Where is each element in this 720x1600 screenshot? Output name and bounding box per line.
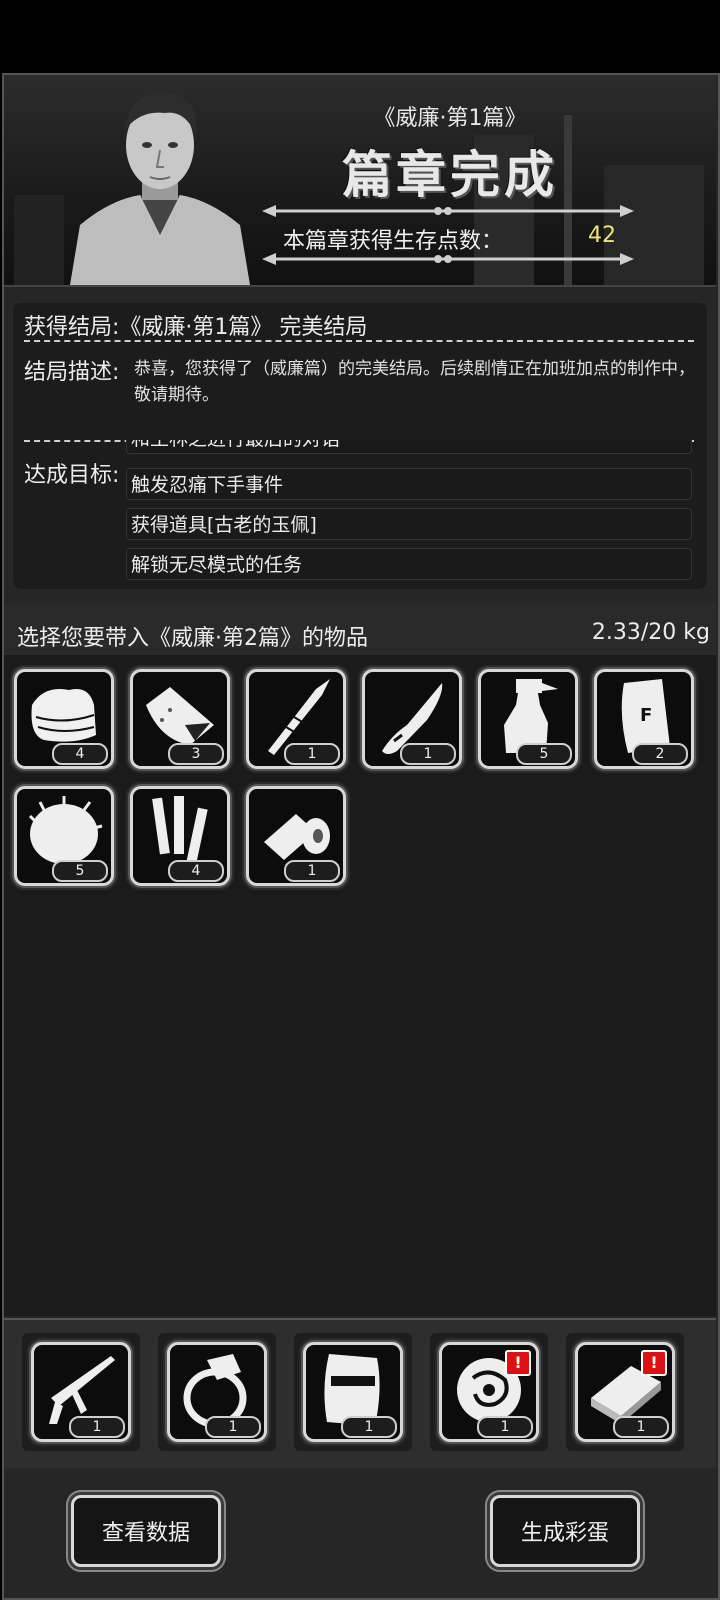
divider-ornament bbox=[262, 205, 634, 217]
inventory-slot[interactable]: 1 bbox=[242, 782, 350, 890]
character-portrait bbox=[70, 92, 250, 285]
equipment-slot[interactable]: ! 1 bbox=[435, 1338, 543, 1446]
ending-result: 获得结局:《威廉·第1篇》 完美结局 bbox=[24, 309, 367, 341]
inventory-slot[interactable]: F 2 bbox=[590, 665, 698, 773]
item-count: 4 bbox=[52, 743, 108, 765]
equipment-slot[interactable]: 1 bbox=[27, 1338, 135, 1446]
dashed-divider bbox=[24, 340, 694, 342]
item-count: 1 bbox=[205, 1416, 261, 1438]
alert-badge: ! bbox=[505, 1350, 531, 1376]
chapter-complete-title: 篇章完成 bbox=[342, 146, 558, 204]
view-data-button[interactable]: 查看数据 bbox=[71, 1495, 221, 1567]
alert-badge: ! bbox=[641, 1350, 667, 1376]
item-count: 5 bbox=[52, 860, 108, 882]
goal-item: 获得道具[古老的玉佩] bbox=[126, 508, 692, 540]
item-count: 2 bbox=[632, 743, 688, 765]
description-text: 恭喜，您获得了（威廉篇）的完美结局。后续剧情正在加班加点的制作中，敬请期待。 bbox=[134, 359, 695, 405]
inventory-slot[interactable]: 5 bbox=[10, 782, 118, 890]
chapter-banner: 《威廉·第1篇》 篇章完成 本篇章获得生存点数： 42 bbox=[4, 75, 716, 287]
goals-label: 达成目标: bbox=[24, 463, 120, 488]
divider-ornament bbox=[262, 253, 634, 265]
inventory-slot[interactable]: 5 bbox=[474, 665, 582, 773]
description-label: 结局描述: bbox=[24, 360, 120, 385]
item-count: 1 bbox=[400, 743, 456, 765]
item-count: 3 bbox=[168, 743, 224, 765]
item-count: 1 bbox=[284, 743, 340, 765]
chapter-subtitle: 《威廉·第1篇》 bbox=[373, 106, 527, 131]
equipment-slot[interactable]: 1 bbox=[299, 1338, 407, 1446]
item-count: 1 bbox=[69, 1416, 125, 1438]
inventory-slot[interactable]: 1 bbox=[358, 665, 466, 773]
inventory-weight: 2.33/20 kg bbox=[591, 620, 710, 645]
ending-result-label: 获得结局: bbox=[24, 315, 120, 340]
generate-easter-egg-button[interactable]: 生成彩蛋 bbox=[490, 1495, 640, 1567]
inventory-slot[interactable]: 4 bbox=[10, 665, 118, 773]
ending-result-value: 《威廉·第1篇》 完美结局 bbox=[119, 315, 368, 340]
item-count: 1 bbox=[477, 1416, 533, 1438]
inventory-title: 选择您要带入《威廉·第2篇》的物品 bbox=[17, 626, 368, 651]
equipment-slot[interactable]: ! 1 bbox=[571, 1338, 679, 1446]
inventory-slot[interactable]: 4 bbox=[126, 782, 234, 890]
points-value: 42 bbox=[588, 223, 616, 248]
item-count: 1 bbox=[284, 860, 340, 882]
svg-text:F: F bbox=[640, 705, 652, 726]
inventory-slot[interactable]: 3 bbox=[126, 665, 234, 773]
equipment-slot[interactable]: 1 bbox=[163, 1338, 271, 1446]
item-count: 4 bbox=[168, 860, 224, 882]
goals-list[interactable]: 和王林之进行最后的对话 触发忍痛下手事件 获得道具[古老的玉佩] 解锁无尽模式的… bbox=[126, 440, 696, 585]
inventory-slot[interactable]: 1 bbox=[242, 665, 350, 773]
goal-item: 解锁无尽模式的任务 bbox=[126, 548, 692, 580]
goal-item: 和王林之进行最后的对话 bbox=[126, 440, 692, 454]
item-count: 5 bbox=[516, 743, 572, 765]
item-count: 1 bbox=[613, 1416, 669, 1438]
item-count: 1 bbox=[341, 1416, 397, 1438]
goal-item: 触发忍痛下手事件 bbox=[126, 468, 692, 500]
